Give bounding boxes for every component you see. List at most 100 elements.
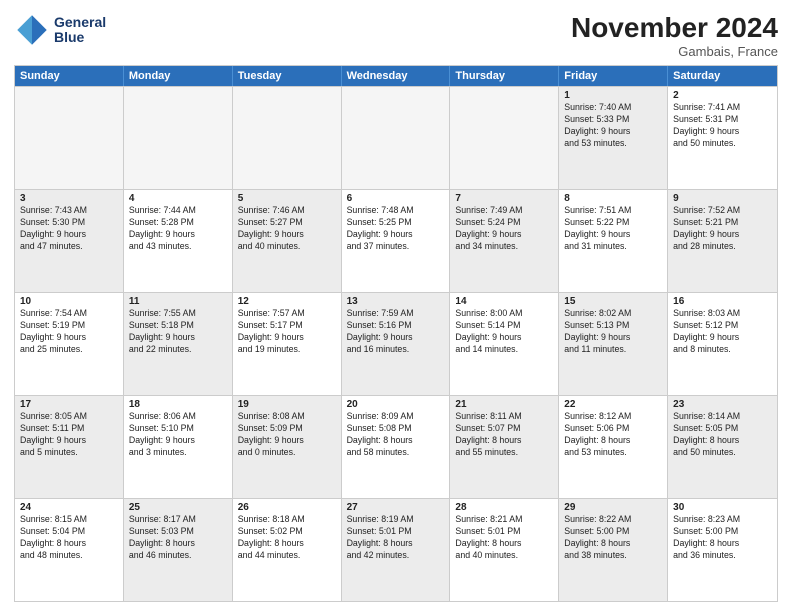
calendar-cell: 17Sunrise: 8:05 AM Sunset: 5:11 PM Dayli…: [15, 396, 124, 498]
calendar-cell: 29Sunrise: 8:22 AM Sunset: 5:00 PM Dayli…: [559, 499, 668, 601]
location: Gambais, France: [571, 44, 778, 59]
cell-text: Sunrise: 8:12 AM Sunset: 5:06 PM Dayligh…: [564, 411, 662, 459]
calendar-cell: 21Sunrise: 8:11 AM Sunset: 5:07 PM Dayli…: [450, 396, 559, 498]
cell-text: Sunrise: 7:40 AM Sunset: 5:33 PM Dayligh…: [564, 102, 662, 150]
day-number: 17: [20, 399, 118, 410]
day-number: 24: [20, 502, 118, 513]
day-number: 29: [564, 502, 662, 513]
day-number: 19: [238, 399, 336, 410]
cell-text: Sunrise: 8:17 AM Sunset: 5:03 PM Dayligh…: [129, 514, 227, 562]
cell-text: Sunrise: 8:18 AM Sunset: 5:02 PM Dayligh…: [238, 514, 336, 562]
cell-text: Sunrise: 8:21 AM Sunset: 5:01 PM Dayligh…: [455, 514, 553, 562]
calendar-header: SundayMondayTuesdayWednesdayThursdayFrid…: [15, 66, 777, 86]
calendar-row: 10Sunrise: 7:54 AM Sunset: 5:19 PM Dayli…: [15, 292, 777, 395]
calendar-cell: [15, 87, 124, 189]
calendar-row: 1Sunrise: 7:40 AM Sunset: 5:33 PM Daylig…: [15, 86, 777, 189]
cell-text: Sunrise: 8:22 AM Sunset: 5:00 PM Dayligh…: [564, 514, 662, 562]
cell-text: Sunrise: 8:05 AM Sunset: 5:11 PM Dayligh…: [20, 411, 118, 459]
calendar-cell: 10Sunrise: 7:54 AM Sunset: 5:19 PM Dayli…: [15, 293, 124, 395]
weekday-header: Sunday: [15, 66, 124, 86]
weekday-header: Friday: [559, 66, 668, 86]
day-number: 21: [455, 399, 553, 410]
weekday-header: Monday: [124, 66, 233, 86]
calendar-cell: 6Sunrise: 7:48 AM Sunset: 5:25 PM Daylig…: [342, 190, 451, 292]
day-number: 4: [129, 193, 227, 204]
day-number: 25: [129, 502, 227, 513]
calendar-row: 3Sunrise: 7:43 AM Sunset: 5:30 PM Daylig…: [15, 189, 777, 292]
cell-text: Sunrise: 7:48 AM Sunset: 5:25 PM Dayligh…: [347, 205, 445, 253]
cell-text: Sunrise: 7:43 AM Sunset: 5:30 PM Dayligh…: [20, 205, 118, 253]
calendar-cell: 3Sunrise: 7:43 AM Sunset: 5:30 PM Daylig…: [15, 190, 124, 292]
day-number: 13: [347, 296, 445, 307]
calendar-cell: 5Sunrise: 7:46 AM Sunset: 5:27 PM Daylig…: [233, 190, 342, 292]
day-number: 16: [673, 296, 772, 307]
day-number: 12: [238, 296, 336, 307]
calendar-cell: 20Sunrise: 8:09 AM Sunset: 5:08 PM Dayli…: [342, 396, 451, 498]
calendar-cell: 11Sunrise: 7:55 AM Sunset: 5:18 PM Dayli…: [124, 293, 233, 395]
calendar-cell: 27Sunrise: 8:19 AM Sunset: 5:01 PM Dayli…: [342, 499, 451, 601]
day-number: 23: [673, 399, 772, 410]
cell-text: Sunrise: 7:52 AM Sunset: 5:21 PM Dayligh…: [673, 205, 772, 253]
calendar-cell: [124, 87, 233, 189]
logo: General Blue: [14, 12, 106, 48]
day-number: 5: [238, 193, 336, 204]
cell-text: Sunrise: 8:08 AM Sunset: 5:09 PM Dayligh…: [238, 411, 336, 459]
logo-text: General Blue: [54, 15, 106, 46]
day-number: 3: [20, 193, 118, 204]
calendar-cell: 13Sunrise: 7:59 AM Sunset: 5:16 PM Dayli…: [342, 293, 451, 395]
logo-icon: [14, 12, 50, 48]
day-number: 30: [673, 502, 772, 513]
cell-text: Sunrise: 7:51 AM Sunset: 5:22 PM Dayligh…: [564, 205, 662, 253]
calendar-body: 1Sunrise: 7:40 AM Sunset: 5:33 PM Daylig…: [15, 86, 777, 601]
month-title: November 2024: [571, 12, 778, 44]
cell-text: Sunrise: 7:59 AM Sunset: 5:16 PM Dayligh…: [347, 308, 445, 356]
calendar-cell: 24Sunrise: 8:15 AM Sunset: 5:04 PM Dayli…: [15, 499, 124, 601]
cell-text: Sunrise: 7:57 AM Sunset: 5:17 PM Dayligh…: [238, 308, 336, 356]
cell-text: Sunrise: 8:23 AM Sunset: 5:00 PM Dayligh…: [673, 514, 772, 562]
calendar-cell: 14Sunrise: 8:00 AM Sunset: 5:14 PM Dayli…: [450, 293, 559, 395]
calendar-cell: [450, 87, 559, 189]
calendar-cell: 12Sunrise: 7:57 AM Sunset: 5:17 PM Dayli…: [233, 293, 342, 395]
cell-text: Sunrise: 7:44 AM Sunset: 5:28 PM Dayligh…: [129, 205, 227, 253]
calendar-cell: 28Sunrise: 8:21 AM Sunset: 5:01 PM Dayli…: [450, 499, 559, 601]
calendar-cell: [342, 87, 451, 189]
cell-text: Sunrise: 7:54 AM Sunset: 5:19 PM Dayligh…: [20, 308, 118, 356]
cell-text: Sunrise: 8:09 AM Sunset: 5:08 PM Dayligh…: [347, 411, 445, 459]
day-number: 7: [455, 193, 553, 204]
day-number: 26: [238, 502, 336, 513]
calendar-cell: 2Sunrise: 7:41 AM Sunset: 5:31 PM Daylig…: [668, 87, 777, 189]
day-number: 6: [347, 193, 445, 204]
day-number: 28: [455, 502, 553, 513]
calendar-cell: 9Sunrise: 7:52 AM Sunset: 5:21 PM Daylig…: [668, 190, 777, 292]
calendar-cell: 1Sunrise: 7:40 AM Sunset: 5:33 PM Daylig…: [559, 87, 668, 189]
day-number: 1: [564, 90, 662, 101]
calendar-cell: 8Sunrise: 7:51 AM Sunset: 5:22 PM Daylig…: [559, 190, 668, 292]
weekday-header: Tuesday: [233, 66, 342, 86]
day-number: 20: [347, 399, 445, 410]
calendar-row: 24Sunrise: 8:15 AM Sunset: 5:04 PM Dayli…: [15, 498, 777, 601]
calendar-cell: 25Sunrise: 8:17 AM Sunset: 5:03 PM Dayli…: [124, 499, 233, 601]
calendar-row: 17Sunrise: 8:05 AM Sunset: 5:11 PM Dayli…: [15, 395, 777, 498]
cell-text: Sunrise: 8:15 AM Sunset: 5:04 PM Dayligh…: [20, 514, 118, 562]
calendar: SundayMondayTuesdayWednesdayThursdayFrid…: [14, 65, 778, 602]
day-number: 10: [20, 296, 118, 307]
weekday-header: Saturday: [668, 66, 777, 86]
weekday-header: Thursday: [450, 66, 559, 86]
day-number: 15: [564, 296, 662, 307]
day-number: 2: [673, 90, 772, 101]
calendar-cell: 16Sunrise: 8:03 AM Sunset: 5:12 PM Dayli…: [668, 293, 777, 395]
weekday-header: Wednesday: [342, 66, 451, 86]
cell-text: Sunrise: 7:55 AM Sunset: 5:18 PM Dayligh…: [129, 308, 227, 356]
page: General Blue November 2024 Gambais, Fran…: [0, 0, 792, 612]
cell-text: Sunrise: 8:02 AM Sunset: 5:13 PM Dayligh…: [564, 308, 662, 356]
title-block: November 2024 Gambais, France: [571, 12, 778, 59]
day-number: 14: [455, 296, 553, 307]
day-number: 11: [129, 296, 227, 307]
calendar-cell: 4Sunrise: 7:44 AM Sunset: 5:28 PM Daylig…: [124, 190, 233, 292]
calendar-cell: 26Sunrise: 8:18 AM Sunset: 5:02 PM Dayli…: [233, 499, 342, 601]
cell-text: Sunrise: 8:06 AM Sunset: 5:10 PM Dayligh…: [129, 411, 227, 459]
cell-text: Sunrise: 8:19 AM Sunset: 5:01 PM Dayligh…: [347, 514, 445, 562]
calendar-cell: 19Sunrise: 8:08 AM Sunset: 5:09 PM Dayli…: [233, 396, 342, 498]
cell-text: Sunrise: 7:49 AM Sunset: 5:24 PM Dayligh…: [455, 205, 553, 253]
calendar-cell: 7Sunrise: 7:49 AM Sunset: 5:24 PM Daylig…: [450, 190, 559, 292]
